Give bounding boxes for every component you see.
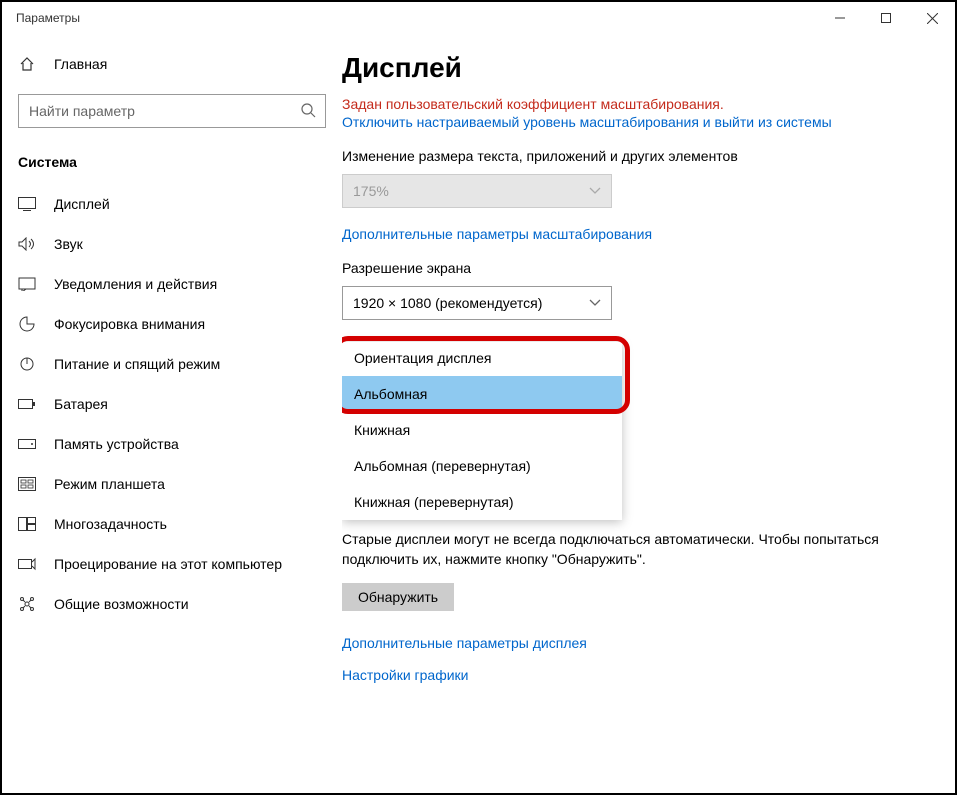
category-label: Система <box>2 146 342 184</box>
storage-icon <box>18 439 36 449</box>
close-button[interactable] <box>909 2 955 34</box>
multitask-icon <box>18 517 36 531</box>
resolution-select[interactable]: 1920 × 1080 (рекомендуется) <box>342 286 612 320</box>
power-icon <box>18 356 36 372</box>
home-label: Главная <box>54 56 107 72</box>
shared-icon <box>18 596 36 612</box>
nav-sound[interactable]: Звук <box>2 224 342 264</box>
sound-icon <box>18 237 36 251</box>
nav-label: Фокусировка внимания <box>54 316 205 332</box>
nav-notifications[interactable]: Уведомления и действия <box>2 264 342 304</box>
main-content: Дисплей Задан пользовательский коэффицие… <box>342 34 955 793</box>
nav-multitask[interactable]: Многозадачность <box>2 504 342 544</box>
chevron-down-icon <box>589 187 601 195</box>
detect-description: Старые дисплеи могут не всегда подключат… <box>342 530 883 569</box>
window-title: Параметры <box>16 11 80 25</box>
nav-tablet[interactable]: Режим планшета <box>2 464 342 504</box>
window-controls <box>817 2 955 34</box>
nav-label: Многозадачность <box>54 516 167 532</box>
project-icon <box>18 557 36 571</box>
advanced-scale-link[interactable]: Дополнительные параметры масштабирования <box>342 226 925 242</box>
orientation-option-landscape-flipped[interactable]: Альбомная (перевернутая) <box>342 448 622 484</box>
orientation-label: Ориентация дисплея <box>342 342 622 376</box>
tablet-icon <box>18 477 36 491</box>
orientation-dropdown: Ориентация дисплея Альбомная Книжная Аль… <box>342 342 622 520</box>
nav-label: Питание и спящий режим <box>54 356 220 372</box>
disable-scale-link[interactable]: Отключить настраиваемый уровень масштаби… <box>342 114 862 130</box>
resolution-value: 1920 × 1080 (рекомендуется) <box>353 295 542 311</box>
nav-display[interactable]: Дисплей <box>2 184 342 224</box>
graphics-settings-link[interactable]: Настройки графики <box>342 667 925 683</box>
search-icon <box>300 102 316 118</box>
chevron-down-icon <box>589 299 601 307</box>
resolution-label: Разрешение экрана <box>342 260 925 276</box>
detect-button[interactable]: Обнаружить <box>342 583 454 611</box>
titlebar: Параметры <box>2 2 955 34</box>
orientation-option-portrait-flipped[interactable]: Книжная (перевернутая) <box>342 484 622 520</box>
home-nav[interactable]: Главная <box>2 48 342 80</box>
search-box[interactable] <box>18 94 326 128</box>
scale-value: 175% <box>353 183 389 199</box>
page-title: Дисплей <box>342 52 925 84</box>
home-icon <box>18 56 36 72</box>
nav-battery[interactable]: Батарея <box>2 384 342 424</box>
orientation-option-landscape[interactable]: Альбомная <box>342 376 622 412</box>
nav-power[interactable]: Питание и спящий режим <box>2 344 342 384</box>
nav-label: Звук <box>54 236 83 252</box>
nav-shared[interactable]: Общие возможности <box>2 584 342 624</box>
nav-label: Режим планшета <box>54 476 165 492</box>
scale-section-label: Изменение размера текста, приложений и д… <box>342 148 925 164</box>
nav-project[interactable]: Проецирование на этот компьютер <box>2 544 342 584</box>
nav-label: Общие возможности <box>54 596 189 612</box>
nav-label: Дисплей <box>54 196 110 212</box>
search-input[interactable] <box>18 94 326 128</box>
nav-focus[interactable]: Фокусировка внимания <box>2 304 342 344</box>
nav-label: Батарея <box>54 396 108 412</box>
notification-icon <box>18 277 36 291</box>
nav-label: Проецирование на этот компьютер <box>54 556 282 572</box>
sidebar: Главная Система Дисплей Звук Уведомления… <box>2 34 342 793</box>
orientation-option-portrait[interactable]: Книжная <box>342 412 622 448</box>
maximize-button[interactable] <box>863 2 909 34</box>
display-icon <box>18 197 36 211</box>
nav-storage[interactable]: Память устройства <box>2 424 342 464</box>
scale-select[interactable]: 175% <box>342 174 612 208</box>
minimize-button[interactable] <box>817 2 863 34</box>
focus-icon <box>18 316 36 332</box>
battery-icon <box>18 398 36 410</box>
scale-warning: Задан пользовательский коэффициент масшт… <box>342 96 925 112</box>
nav-label: Память устройства <box>54 436 179 452</box>
nav-label: Уведомления и действия <box>54 276 217 292</box>
advanced-display-link[interactable]: Дополнительные параметры дисплея <box>342 635 925 651</box>
